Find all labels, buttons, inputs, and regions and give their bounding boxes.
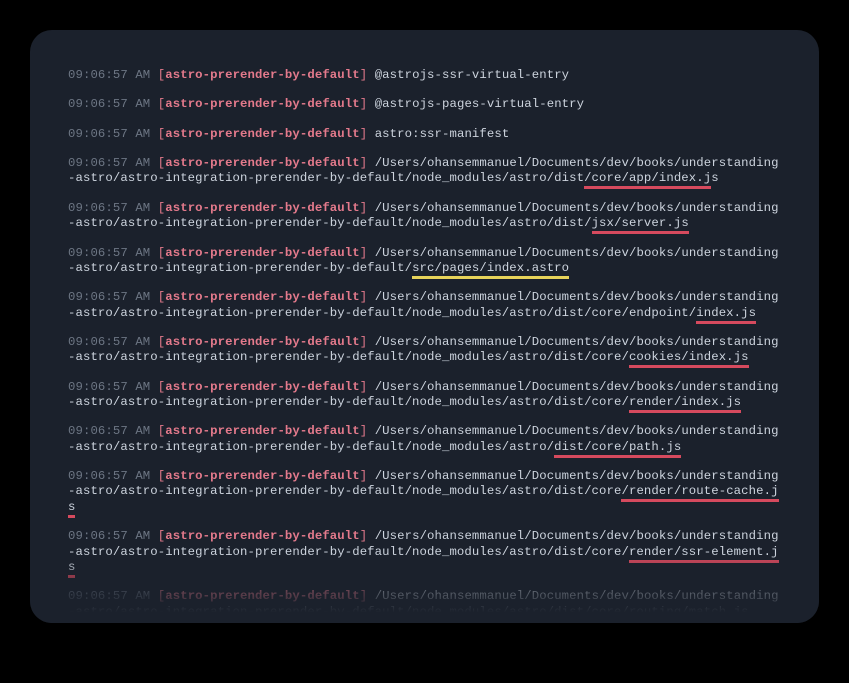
log-tag: astro-prerender-by-default (165, 97, 359, 111)
log-message-highlight: cookies/index.js (629, 350, 749, 368)
log-tag: astro-prerender-by-default (165, 68, 359, 82)
log-tag: astro-prerender-by-default (165, 424, 359, 438)
log-timestamp: 09:06:57 AM (68, 97, 150, 111)
bracket-close: ] (360, 469, 367, 483)
log-line: 09:06:57 AM [astro-prerender-by-default]… (68, 335, 781, 366)
log-container: 09:06:57 AM [astro-prerender-by-default]… (68, 68, 781, 620)
log-timestamp: 09:06:57 AM (68, 201, 150, 215)
log-timestamp: 09:06:57 AM (68, 290, 150, 304)
log-tag: astro-prerender-by-default (165, 589, 359, 603)
log-message: astro:ssr-manifest (375, 127, 510, 141)
bracket-close: ] (360, 156, 367, 170)
log-tag: astro-prerender-by-default (165, 246, 359, 260)
log-timestamp: 09:06:57 AM (68, 529, 150, 543)
log-line: 09:06:57 AM [astro-prerender-by-default]… (68, 424, 781, 455)
log-message-highlight: /core/app/index.j (584, 171, 711, 189)
log-tag: astro-prerender-by-default (165, 127, 359, 141)
log-message-highlight: index.js (696, 306, 756, 324)
bracket-close: ] (360, 424, 367, 438)
log-message: @astrojs-pages-virtual-entry (375, 97, 584, 111)
log-timestamp: 09:06:57 AM (68, 335, 150, 349)
log-line: 09:06:57 AM [astro-prerender-by-default]… (68, 68, 781, 83)
log-timestamp: 09:06:57 AM (68, 589, 150, 603)
log-tag: astro-prerender-by-default (165, 156, 359, 170)
bracket-close: ] (360, 246, 367, 260)
log-line: 09:06:57 AM [astro-prerender-by-default]… (68, 290, 781, 321)
bracket-close: ] (360, 589, 367, 603)
log-line: 09:06:57 AM [astro-prerender-by-default]… (68, 529, 781, 575)
log-timestamp: 09:06:57 AM (68, 380, 150, 394)
log-line: 09:06:57 AM [astro-prerender-by-default]… (68, 246, 781, 277)
bracket-close: ] (360, 201, 367, 215)
log-tag: astro-prerender-by-default (165, 335, 359, 349)
log-line: 09:06:57 AM [astro-prerender-by-default]… (68, 589, 781, 620)
log-timestamp: 09:06:57 AM (68, 127, 150, 141)
bracket-close: ] (360, 529, 367, 543)
bracket-close: ] (360, 290, 367, 304)
log-message-highlight: jsx/server.js (592, 216, 689, 234)
bracket-close: ] (360, 127, 367, 141)
log-message-tail: s (711, 171, 718, 185)
log-line: 09:06:57 AM [astro-prerender-by-default]… (68, 201, 781, 232)
log-timestamp: 09:06:57 AM (68, 469, 150, 483)
log-tag: astro-prerender-by-default (165, 380, 359, 394)
log-tag: astro-prerender-by-default (165, 469, 359, 483)
log-line: 09:06:57 AM [astro-prerender-by-default]… (68, 156, 781, 187)
log-line: 09:06:57 AM [astro-prerender-by-default]… (68, 97, 781, 112)
log-line: 09:06:57 AM [astro-prerender-by-default]… (68, 127, 781, 142)
log-message-highlight: render/index.js (629, 395, 741, 413)
log-timestamp: 09:06:57 AM (68, 246, 150, 260)
log-tag: astro-prerender-by-default (165, 201, 359, 215)
log-message-highlight: src/pages/index.astro (412, 261, 569, 279)
log-line: 09:06:57 AM [astro-prerender-by-default]… (68, 469, 781, 515)
log-message-highlight: dist/core/path.js (554, 440, 681, 458)
log-timestamp: 09:06:57 AM (68, 424, 150, 438)
bracket-close: ] (360, 380, 367, 394)
log-tag: astro-prerender-by-default (165, 529, 359, 543)
log-tag: astro-prerender-by-default (165, 290, 359, 304)
bracket-close: ] (360, 335, 367, 349)
bracket-close: ] (360, 68, 367, 82)
log-timestamp: 09:06:57 AM (68, 68, 150, 82)
log-timestamp: 09:06:57 AM (68, 156, 150, 170)
bracket-close: ] (360, 97, 367, 111)
log-message: @astrojs-ssr-virtual-entry (375, 68, 569, 82)
terminal-panel: 09:06:57 AM [astro-prerender-by-default]… (30, 30, 819, 623)
log-line: 09:06:57 AM [astro-prerender-by-default]… (68, 380, 781, 411)
